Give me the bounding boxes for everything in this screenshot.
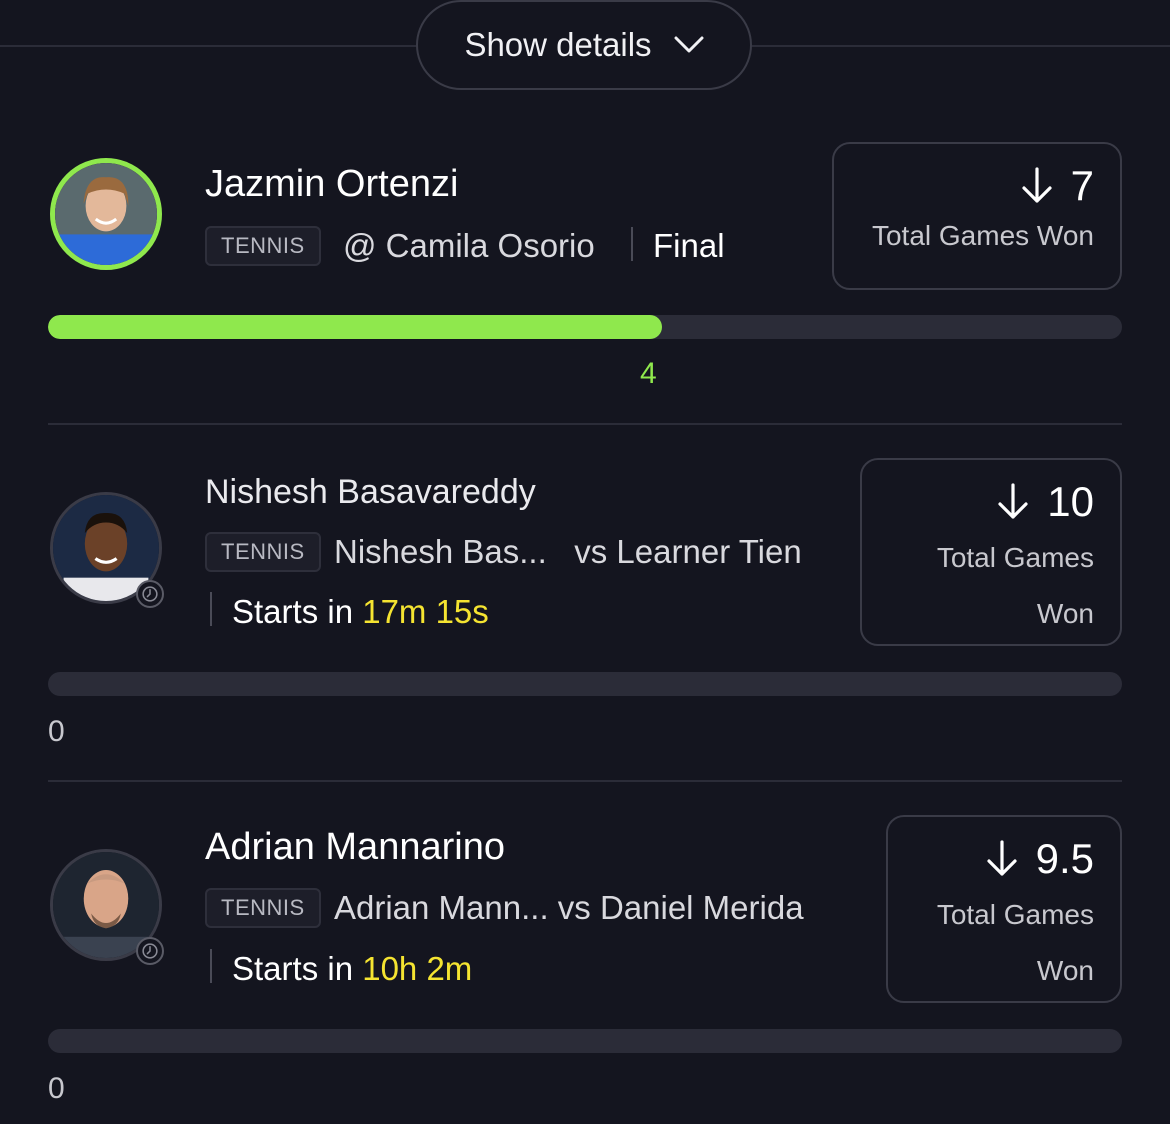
clock-icon [136, 580, 164, 608]
status-separator [210, 592, 212, 626]
line-value: 7 [1070, 162, 1094, 209]
progress-track [48, 672, 1122, 696]
status-separator [631, 227, 633, 261]
player-name: Jazmin Ortenzi [205, 163, 459, 205]
line-box[interactable]: 7 Total Games Won [832, 142, 1122, 290]
countdown-timer: 17m 15s [362, 593, 489, 630]
progress-value: 0 [48, 715, 65, 748]
pick-card-2[interactable]: Nishesh Basavareddy TENNIS Nishesh Bas..… [0, 425, 1170, 780]
matchup-text: @ Camila Osorio [343, 227, 595, 264]
sport-tag: TENNIS [205, 532, 321, 572]
game-status: Starts in 17m 15s [232, 593, 489, 631]
progress-track [48, 315, 1122, 339]
status-separator [210, 949, 212, 983]
progress-value: 0 [48, 1072, 65, 1105]
pick-card-3[interactable]: Adrian Mannarino TENNIS Adrian Mann... v… [0, 782, 1170, 1124]
stat-label: Total Games Won [871, 220, 1094, 251]
status-prefix: Starts in [232, 593, 354, 630]
line-value: 9.5 [1035, 835, 1094, 882]
line-value: 10 [1047, 478, 1094, 525]
stat-label-line-2: Won [1036, 955, 1094, 986]
stat-label: Total Games Won [862, 530, 1094, 642]
sport-tag: TENNIS [205, 888, 321, 928]
player-name: Adrian Mannarino [205, 826, 505, 868]
countdown-timer: 10h 2m [362, 950, 473, 987]
progress-fill [48, 315, 662, 339]
player-name: Nishesh Basavareddy [205, 473, 536, 511]
player-avatar [50, 158, 162, 270]
arrow-down-icon [1021, 167, 1053, 205]
stat-label-line-2: Won [1036, 598, 1094, 629]
clock-icon [136, 937, 164, 965]
matchup-text: Adrian Mann... vs Daniel Merida [334, 889, 804, 926]
stat-label-line-1: Total Games [936, 899, 1094, 930]
arrow-down-icon [986, 840, 1018, 878]
line-box[interactable]: 9.5 Total Games Won [886, 815, 1122, 1003]
matchup-text: Nishesh Bas... vs Learner Tien [334, 533, 802, 570]
sport-tag: TENNIS [205, 226, 321, 266]
progress-track [48, 1029, 1122, 1053]
line-box[interactable]: 10 Total Games Won [860, 458, 1122, 646]
status-prefix: Starts in [232, 950, 354, 987]
progress-value: 4 [640, 357, 657, 390]
stat-label: Total Games Won [888, 887, 1094, 999]
pick-card-1[interactable]: Jazmin Ortenzi TENNIS @ Camila Osorio Fi… [0, 0, 1170, 425]
stat-label-line-1: Total Games [936, 542, 1094, 573]
arrow-down-icon [997, 483, 1029, 521]
game-status: Starts in 10h 2m [232, 950, 472, 988]
game-status: Final [653, 227, 725, 264]
